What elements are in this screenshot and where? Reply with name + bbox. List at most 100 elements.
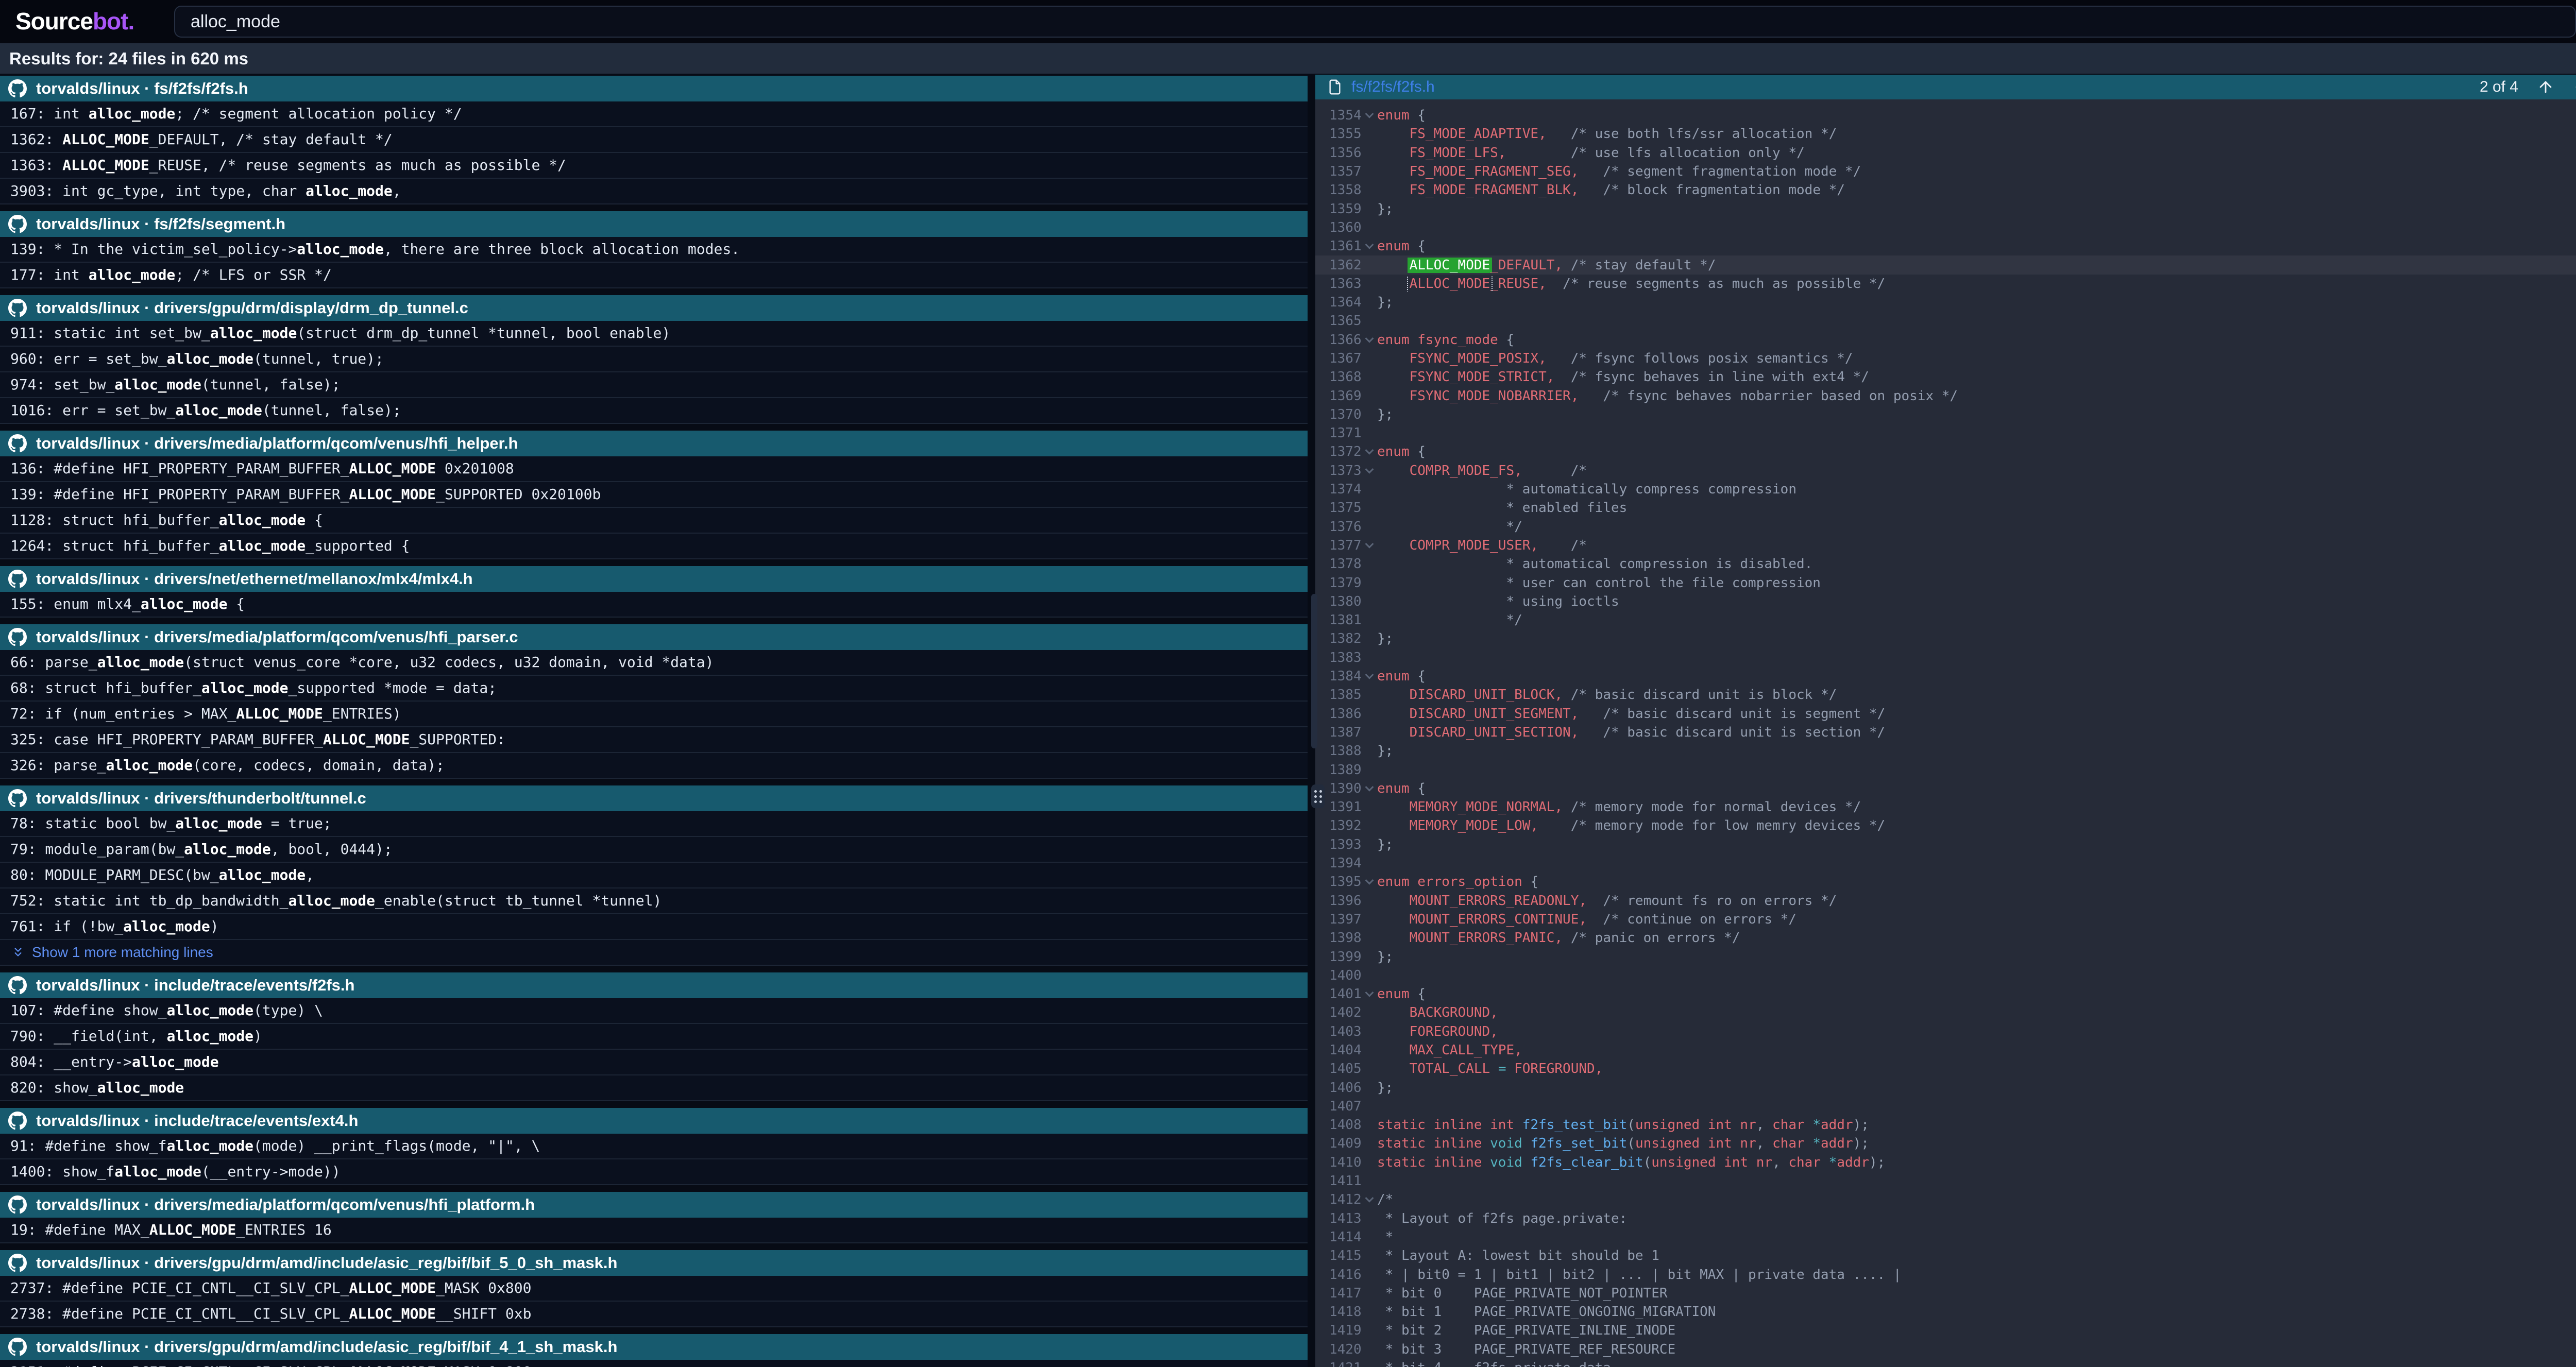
code-line: 1359}; [1315, 199, 2576, 218]
match-line[interactable]: 325: case HFI_PROPERTY_PARAM_BUFFER_ALLO… [0, 727, 1308, 753]
preview-file-link[interactable]: fs/f2fs/f2fs.h [1351, 78, 1435, 96]
match-line[interactable]: 1362: ALLOC_MODE_DEFAULT, /* stay defaul… [0, 127, 1308, 153]
line-number: 1416 [1315, 1267, 1362, 1283]
match-line[interactable]: 761: if (!bw_alloc_mode) [0, 914, 1308, 940]
line-number: 1411 [1315, 1173, 1362, 1189]
match-line[interactable]: 167: int alloc_mode; /* segment allocati… [0, 101, 1308, 127]
line-number: 1361 [1315, 238, 1362, 254]
match-line[interactable]: 960: err = set_bw_alloc_mode(tunnel, tru… [0, 347, 1308, 372]
code-line: 1410static inline void f2fs_clear_bit(un… [1315, 1153, 2576, 1172]
match-line[interactable]: 1264: struct hfi_buffer_alloc_mode_suppo… [0, 534, 1308, 559]
search-input[interactable] [174, 6, 2576, 38]
show-more-link[interactable]: Show 1 more matching lines [0, 940, 1308, 966]
file-result-header[interactable]: torvalds/linux · drivers/media/platform/… [0, 1192, 1308, 1218]
file-result-header[interactable]: torvalds/linux · drivers/media/platform/… [0, 431, 1308, 456]
match-line[interactable]: 72: if (num_entries > MAX_ALLOC_MODE_ENT… [0, 702, 1308, 727]
fold-chevron-icon[interactable] [1365, 465, 1374, 473]
top-bar: Sourcebot. [0, 0, 2576, 43]
match-line[interactable]: 66: parse_alloc_mode(struct venus_core *… [0, 650, 1308, 676]
match-line[interactable]: 790: __field(int, alloc_mode) [0, 1024, 1308, 1050]
line-number: 1382 [1315, 631, 1362, 646]
match-line[interactable]: 79: module_param(bw_alloc_mode, bool, 04… [0, 837, 1308, 863]
left-panel-scrollbar-thumb[interactable] [1311, 594, 1317, 748]
line-number: 1386 [1315, 706, 1362, 722]
match-line[interactable]: 1128: struct hfi_buffer_alloc_mode { [0, 508, 1308, 534]
file-result-header[interactable]: torvalds/linux · drivers/net/ethernet/me… [0, 566, 1308, 592]
previous-match-button[interactable] [2537, 78, 2554, 96]
match-line[interactable]: 2151: #define PCIE_CI_CNTL__CI_SLV_CPL_A… [0, 1360, 1308, 1367]
line-number: 1389 [1315, 762, 1362, 778]
line-number: 1376 [1315, 519, 1362, 535]
code-line: 1391 MEMORY_MODE_NORMAL, /* memory mode … [1315, 798, 2576, 816]
file-result-header[interactable]: torvalds/linux · drivers/media/platform/… [0, 624, 1308, 650]
match-line[interactable]: 107: #define show_alloc_mode(type) \ [0, 998, 1308, 1024]
fold-chevron-icon[interactable] [1365, 334, 1374, 343]
match-line[interactable]: 820: show_alloc_mode [0, 1075, 1308, 1101]
line-number: 1407 [1315, 1099, 1362, 1114]
match-line[interactable]: 2737: #define PCIE_CI_CNTL__CI_SLV_CPL_A… [0, 1276, 1308, 1302]
fold-chevron-icon[interactable] [1365, 110, 1374, 118]
match-line[interactable]: 91: #define show_falloc_mode(mode) __pri… [0, 1134, 1308, 1159]
file-result-header[interactable]: torvalds/linux · include/trace/events/f2… [0, 972, 1308, 998]
line-number: 1402 [1315, 1005, 1362, 1020]
line-number: 1410 [1315, 1155, 1362, 1170]
arrow-up-icon [2537, 78, 2554, 96]
file-result-header[interactable]: torvalds/linux · include/trace/events/ex… [0, 1108, 1308, 1134]
fold-chevron-icon[interactable] [1365, 241, 1374, 249]
match-line[interactable]: 326: parse_alloc_mode(core, codecs, doma… [0, 753, 1308, 779]
code-line: 1406}; [1315, 1078, 2576, 1097]
fold-chevron-icon[interactable] [1365, 540, 1374, 549]
fold-chevron-icon[interactable] [1365, 988, 1374, 997]
code-line: 1421 * bit 4- f2fs_private_data [1315, 1359, 2576, 1367]
results-summary: Results for: 24 files in 620 ms [0, 43, 2576, 74]
search-results-panel: torvalds/linux · fs/f2fs/f2fs.h167: int … [0, 74, 1308, 1367]
code-line: 1374 * automatically compress compressio… [1315, 480, 2576, 499]
code-line: 1401enum { [1315, 985, 2576, 1003]
next-match-button[interactable] [2573, 78, 2576, 96]
match-line[interactable]: 974: set_bw_alloc_mode(tunnel, false); [0, 372, 1308, 398]
fold-chevron-icon[interactable] [1365, 671, 1374, 679]
code-line: 1372enum { [1315, 442, 2576, 461]
file-result-section: torvalds/linux · fs/f2fs/f2fs.h167: int … [0, 76, 1308, 204]
file-result-header[interactable]: torvalds/linux · drivers/gpu/drm/display… [0, 295, 1308, 321]
match-line[interactable]: 177: int alloc_mode; /* LFS or SSR */ [0, 263, 1308, 288]
line-number: 1379 [1315, 575, 1362, 591]
match-line[interactable]: 139: #define HFI_PROPERTY_PARAM_BUFFER_A… [0, 482, 1308, 508]
code-line: 1409static inline void f2fs_set_bit(unsi… [1315, 1134, 2576, 1153]
match-line[interactable]: 136: #define HFI_PROPERTY_PARAM_BUFFER_A… [0, 456, 1308, 482]
line-number: 1421 [1315, 1360, 1362, 1367]
match-line[interactable]: 2738: #define PCIE_CI_CNTL__CI_SLV_CPL_A… [0, 1302, 1308, 1327]
match-line[interactable]: 68: struct hfi_buffer_alloc_mode_support… [0, 676, 1308, 702]
match-line[interactable]: 3903: int gc_type, int type, char alloc_… [0, 179, 1308, 204]
line-number: 1397 [1315, 912, 1362, 927]
match-line[interactable]: 155: enum mlx4_alloc_mode { [0, 592, 1308, 618]
fold-chevron-icon[interactable] [1365, 1194, 1374, 1203]
github-icon [8, 1195, 27, 1214]
match-line[interactable]: 1363: ALLOC_MODE_REUSE, /* reuse segment… [0, 153, 1308, 179]
match-line[interactable]: 1400: show_falloc_mode(__entry->mode)) [0, 1159, 1308, 1185]
line-number: 1369 [1315, 388, 1362, 404]
app-logo[interactable]: Sourcebot. [15, 7, 134, 35]
file-result-header[interactable]: torvalds/linux · drivers/gpu/drm/amd/inc… [0, 1334, 1308, 1360]
fold-chevron-icon[interactable] [1365, 783, 1374, 792]
panel-resize-handle[interactable] [1311, 784, 1325, 808]
code-line: 1399}; [1315, 947, 2576, 966]
match-line[interactable]: 804: __entry->alloc_mode [0, 1050, 1308, 1075]
match-line[interactable]: 911: static int set_bw_alloc_mode(struct… [0, 321, 1308, 347]
match-line[interactable]: 1016: err = set_bw_alloc_mode(tunnel, fa… [0, 398, 1308, 424]
file-result-header[interactable]: torvalds/linux · drivers/gpu/drm/amd/inc… [0, 1250, 1308, 1276]
match-line[interactable]: 19: #define MAX_ALLOC_MODE_ENTRIES 16 [0, 1218, 1308, 1243]
match-line[interactable]: 78: static bool bw_alloc_mode = true; [0, 811, 1308, 837]
line-number: 1385 [1315, 687, 1362, 703]
file-result-header[interactable]: torvalds/linux · drivers/thunderbolt/tun… [0, 785, 1308, 811]
match-line[interactable]: 752: static int tb_dp_bandwidth_alloc_mo… [0, 888, 1308, 914]
file-result-header[interactable]: torvalds/linux · fs/f2fs/segment.h [0, 211, 1308, 237]
match-line[interactable]: 80: MODULE_PARM_DESC(bw_alloc_mode, [0, 863, 1308, 888]
fold-chevron-icon[interactable] [1365, 446, 1374, 455]
github-icon [8, 1112, 27, 1130]
code-line: 1397 MOUNT_ERRORS_CONTINUE, /* continue … [1315, 910, 2576, 929]
match-line[interactable]: 139: * In the victim_sel_policy->alloc_m… [0, 237, 1308, 263]
file-result-header[interactable]: torvalds/linux · fs/f2fs/f2fs.h [0, 76, 1308, 101]
fold-chevron-icon[interactable] [1365, 876, 1374, 885]
github-icon [8, 215, 27, 233]
